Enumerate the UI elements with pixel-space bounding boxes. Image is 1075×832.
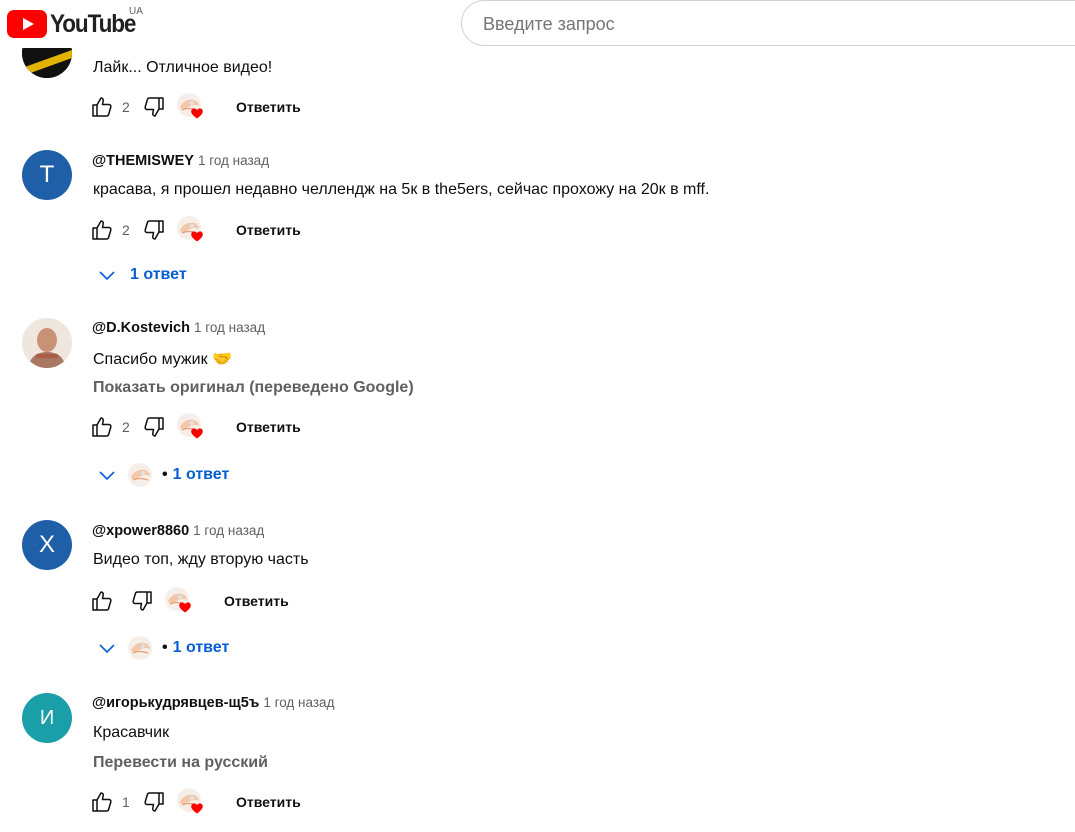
author-name[interactable]: @THEMISWEY	[92, 153, 194, 169]
like-count: 2	[122, 99, 130, 115]
avatar[interactable]: И	[22, 693, 72, 743]
heart-icon	[190, 801, 204, 815]
creator-heart	[176, 787, 210, 817]
comment-actions: Ответить	[90, 586, 289, 616]
comment-actions: 2 Ответить	[90, 412, 301, 442]
comment-time[interactable]: 1 год назад	[198, 153, 269, 168]
separator-dot: •	[162, 639, 168, 656]
creator-heart	[164, 586, 198, 616]
chevron-down-icon	[95, 463, 119, 487]
avatar-image	[22, 318, 72, 368]
comment-header: @THEMISWEY 1 год назад	[92, 152, 269, 169]
avatar-letter: X	[38, 531, 55, 558]
creator-heart	[176, 215, 210, 245]
heart-icon	[190, 426, 204, 440]
view-replies-button[interactable]: • 1 ответ	[95, 633, 229, 663]
comment-time[interactable]: 1 год назад	[193, 523, 264, 538]
logo-text: YouTube	[50, 9, 136, 38]
country-code: UA	[129, 6, 143, 17]
creator-heart	[176, 412, 210, 442]
avatar[interactable]	[22, 318, 72, 368]
dislike-icon[interactable]	[142, 95, 166, 119]
view-replies-button[interactable]: 1 ответ	[95, 260, 187, 290]
show-original-link[interactable]: Показать оригинал (переведено Google)	[93, 379, 414, 397]
heart-icon	[190, 106, 204, 120]
comment-header: @D.Kostevich 1 год назад	[92, 319, 265, 336]
reply-button[interactable]: Ответить	[236, 794, 301, 810]
heart-icon	[178, 600, 192, 614]
comment-header: @xpower8860 1 год назад	[92, 522, 264, 539]
creator-avatar-icon	[127, 635, 153, 661]
reply-button[interactable]: Ответить	[236, 222, 301, 238]
like-icon[interactable]	[90, 790, 114, 814]
comment-text: Спасибо мужик 🤝	[93, 351, 232, 368]
reply-button[interactable]: Ответить	[236, 419, 301, 435]
dislike-icon[interactable]	[130, 589, 154, 613]
comment-text: Видео топ, жду вторую часть	[93, 551, 309, 568]
chevron-down-icon	[95, 636, 119, 660]
comment-actions: 2 Ответить	[90, 92, 301, 122]
youtube-logo[interactable]: YouTube	[7, 9, 145, 39]
comment-text: Лайк... Отличное видео!	[93, 59, 273, 76]
comment-text: Красавчик	[93, 724, 170, 741]
youtube-play-icon	[7, 10, 47, 38]
search-input[interactable]: Введите запрос	[461, 0, 1075, 46]
avatar[interactable]: X	[22, 520, 72, 570]
reply-button[interactable]: Ответить	[224, 593, 289, 609]
like-icon[interactable]	[90, 218, 114, 242]
replies-count: 1 ответ	[172, 639, 230, 656]
avatar-letter: T	[39, 161, 55, 188]
author-name[interactable]: @игорькудрявцев-щ5ъ	[92, 695, 259, 711]
separator-dot: •	[162, 466, 168, 483]
author-name[interactable]: @D.Kostevich	[92, 320, 190, 336]
chevron-down-icon	[95, 263, 119, 287]
like-icon[interactable]	[90, 589, 114, 613]
comment-actions: 2 Ответить	[90, 215, 301, 245]
like-count: 1	[122, 794, 130, 810]
comment-text: красава, я прошел недавно челлендж на 5к…	[93, 181, 710, 198]
masthead: YouTube UA Введите запрос	[0, 0, 1075, 48]
like-icon[interactable]	[90, 95, 114, 119]
comment-header: @игорькудрявцев-щ5ъ 1 год назад	[92, 694, 334, 711]
dislike-icon[interactable]	[142, 415, 166, 439]
reply-button[interactable]: Ответить	[236, 99, 301, 115]
heart-icon	[190, 229, 204, 243]
comment-time[interactable]: 1 год назад	[263, 695, 334, 710]
comment-time[interactable]: 1 год назад	[194, 320, 265, 335]
like-count: 2	[122, 419, 130, 435]
dislike-icon[interactable]	[142, 218, 166, 242]
creator-avatar-icon	[127, 462, 153, 488]
like-icon[interactable]	[90, 415, 114, 439]
author-name[interactable]: @xpower8860	[92, 523, 189, 539]
like-count: 2	[122, 222, 130, 238]
view-replies-button[interactable]: • 1 ответ	[95, 460, 229, 490]
comment-actions: 1 Ответить	[90, 787, 301, 817]
creator-heart	[176, 92, 210, 122]
replies-count: 1 ответ	[130, 266, 187, 283]
replies-count: 1 ответ	[172, 466, 230, 483]
avatar[interactable]: T	[22, 150, 72, 200]
avatar-letter: И	[39, 706, 55, 729]
dislike-icon[interactable]	[142, 790, 166, 814]
translate-link[interactable]: Перевести на русский	[93, 754, 268, 772]
